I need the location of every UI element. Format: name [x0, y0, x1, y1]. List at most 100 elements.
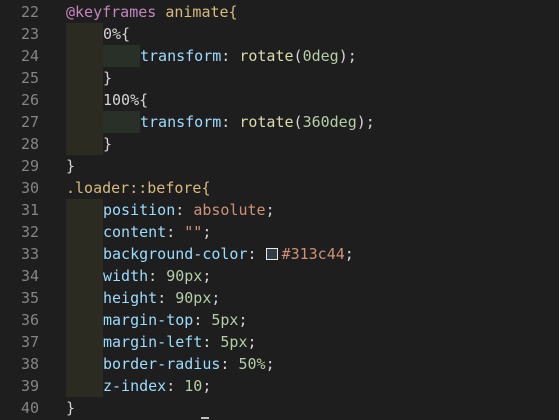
indent-guide	[66, 89, 103, 111]
token-default: ;	[265, 201, 275, 219]
code-text[interactable]: background-color: #313c44;	[103, 243, 354, 265]
code-text[interactable]: 0%{	[103, 23, 130, 45]
token-default: );	[338, 47, 357, 65]
token-number: 360deg	[302, 113, 357, 131]
code-text[interactable]: }	[103, 67, 112, 89]
code-line[interactable]: 32 content: "";	[0, 221, 559, 243]
token-property: z-index	[103, 377, 167, 395]
token-property: position	[103, 201, 176, 219]
code-line[interactable]: 38 border-radius: 50%;	[0, 353, 559, 375]
line-number: 31	[20, 201, 39, 219]
code-line[interactable]: 29}	[0, 155, 559, 177]
code-text[interactable]: width: 90px;	[103, 265, 211, 287]
code-line[interactable]: 28}	[0, 133, 559, 155]
code-line[interactable]: 22 @keyframes animate{	[0, 1, 559, 23]
indent-guide	[66, 353, 103, 375]
code-line[interactable]: 31 position: absolute;	[0, 199, 559, 221]
indent-guide	[66, 133, 103, 155]
token-value-keyword: absolute	[193, 201, 266, 219]
token-default: ;	[202, 267, 212, 285]
code-line[interactable]: 27 transform: rotate(360deg);	[0, 111, 559, 133]
line-number: 33	[20, 245, 39, 263]
code-line[interactable]: 26 100%{	[0, 89, 559, 111]
line-number: 32	[20, 223, 39, 241]
token-default: ;	[202, 223, 212, 241]
token-default: ;	[202, 377, 212, 395]
line-number: 23	[20, 25, 39, 43]
code-text[interactable]: height: 90px;	[103, 287, 220, 309]
line-number: 37	[20, 333, 39, 351]
line-number: 38	[20, 355, 39, 373]
code-line[interactable]: 37 margin-left: 5px;	[0, 331, 559, 353]
token-property: border-radius	[103, 355, 221, 373]
token-function: rotate	[239, 113, 294, 131]
token-property: margin-top	[103, 311, 194, 329]
line-number: 22	[20, 3, 39, 21]
code-text[interactable]: }	[66, 397, 75, 419]
code-line[interactable]: 39 z-index: 10;	[0, 375, 559, 397]
token-default: }	[66, 157, 76, 175]
scroll-indicator	[201, 417, 209, 419]
token-default: :	[148, 267, 167, 285]
indent-guide	[66, 45, 103, 67]
token-default: (	[293, 113, 303, 131]
code-line[interactable]: 24 transform: rotate(0deg);	[0, 45, 559, 67]
code-text[interactable]: transform: rotate(0deg);	[140, 45, 357, 67]
code-line[interactable]: 36 margin-top: 5px;	[0, 309, 559, 331]
indent-guide	[66, 265, 103, 287]
token-default: :	[221, 47, 240, 65]
code-text[interactable]: }	[66, 155, 75, 177]
token-default: ;	[247, 333, 257, 351]
code-text[interactable]: 100%{	[103, 89, 148, 111]
indent-guide	[66, 309, 103, 331]
token-default: ;	[265, 355, 275, 373]
indent-guide	[103, 45, 140, 67]
line-number: 35	[20, 289, 39, 307]
token-selector: .loader::before{	[66, 179, 211, 197]
token-default: ;	[344, 245, 354, 263]
code-text[interactable]: content: "";	[103, 221, 211, 243]
indent-guide	[66, 221, 103, 243]
code-text[interactable]: margin-left: 5px;	[103, 331, 257, 353]
token-selector: animate{	[156, 3, 238, 21]
token-value-keyword: ""	[184, 223, 203, 241]
code-text[interactable]: z-index: 10;	[103, 375, 211, 397]
token-default: :	[166, 223, 185, 241]
code-editor[interactable]: 22 @keyframes animate{ 23 0%{ 24 transform: r…	[0, 0, 559, 420]
indent-guide	[103, 111, 140, 133]
code-line[interactable]: 34 width: 90px;	[0, 265, 559, 287]
code-text[interactable]: transform: rotate(360deg);	[140, 111, 375, 133]
code-line[interactable]: 35 height: 90px;	[0, 287, 559, 309]
code-line[interactable]: 30 .loader::before{	[0, 177, 559, 199]
code-line[interactable]: 25}	[0, 67, 559, 89]
code-text[interactable]: .loader::before{	[66, 177, 211, 199]
token-number: 0deg	[302, 47, 339, 65]
token-number: 5px	[220, 333, 248, 351]
code-text[interactable]: }	[103, 133, 112, 155]
code-line[interactable]: 33 background-color: #313c44;	[0, 243, 559, 265]
token-default: }	[103, 69, 113, 87]
code-text[interactable]: margin-top: 5px;	[103, 309, 248, 331]
token-property: height	[103, 289, 158, 307]
code-text[interactable]: border-radius: 50%;	[103, 353, 275, 375]
line-number: 28	[20, 135, 39, 153]
line-number: 34	[20, 267, 39, 285]
token-default: :	[166, 377, 185, 395]
token-default: 100%{	[103, 91, 149, 109]
code-line[interactable]: 23 0%{	[0, 23, 559, 45]
color-swatch-icon[interactable]	[265, 248, 278, 260]
code-line[interactable]: 40}	[0, 397, 559, 419]
code-text[interactable]: @keyframes animate{	[66, 1, 238, 23]
token-default: ;	[238, 311, 248, 329]
indent-guide	[66, 375, 103, 397]
line-number: 24	[20, 47, 39, 65]
indent-guide	[66, 243, 103, 265]
token-default: :	[221, 113, 240, 131]
token-number: 90px	[166, 267, 203, 285]
code-text[interactable]: position: absolute;	[103, 199, 275, 221]
line-number: 26	[20, 91, 39, 109]
line-number: 40	[20, 399, 39, 417]
token-function: rotate	[239, 47, 294, 65]
indent-guide	[66, 67, 103, 89]
token-default: :	[157, 289, 176, 307]
